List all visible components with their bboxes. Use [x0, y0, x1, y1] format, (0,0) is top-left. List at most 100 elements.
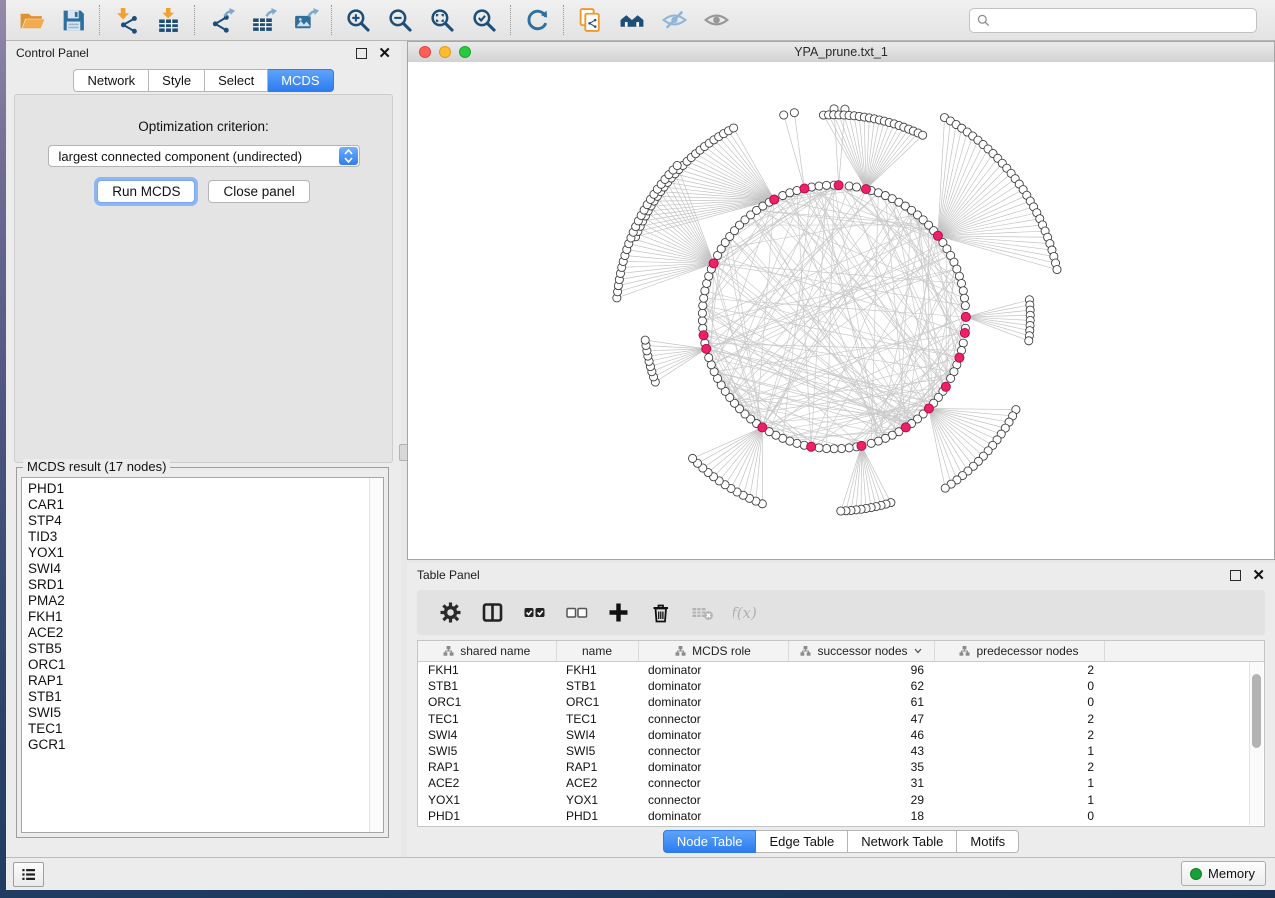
clone-network-button[interactable] — [569, 2, 611, 38]
cell-successor-nodes[interactable]: 31 — [788, 775, 934, 791]
column-header-shared-name[interactable]: shared name — [418, 641, 556, 662]
table-row[interactable]: ORC1ORC1dominator610 — [418, 694, 1264, 710]
cell-MCDS-role[interactable]: connector — [638, 711, 788, 727]
graph-node[interactable] — [845, 182, 853, 190]
cell-predecessor-nodes[interactable]: 1 — [934, 743, 1104, 759]
mcds-result-item[interactable]: SWI5 — [28, 705, 383, 721]
cell-successor-nodes[interactable]: 43 — [788, 743, 934, 759]
cell-successor-nodes[interactable]: 46 — [788, 727, 934, 743]
graph-node[interactable] — [959, 287, 967, 295]
mcds-result-list[interactable]: PHD1CAR1STP4TID3YOX1SWI4SRD1PMA2FKH1ACE2… — [21, 477, 384, 833]
search-input[interactable] — [995, 13, 1249, 29]
graph-node[interactable] — [689, 454, 697, 462]
cell-shared-name[interactable]: FKH1 — [418, 662, 556, 679]
export-image-button[interactable] — [284, 2, 326, 38]
cell-MCDS-role[interactable]: connector — [638, 743, 788, 759]
delete-rows-button[interactable] — [647, 600, 673, 626]
tab-network-table[interactable]: Network Table — [848, 830, 957, 853]
table-row[interactable]: TEC1TEC1connector472 — [418, 711, 1264, 727]
mcds-result-item[interactable]: GCR1 — [28, 737, 383, 753]
mcds-result-item[interactable]: RAP1 — [28, 673, 383, 689]
network-window-titlebar[interactable]: YPA_prune.txt_1 — [408, 42, 1274, 63]
graph-node[interactable] — [701, 287, 709, 295]
graph-node[interactable] — [830, 445, 838, 453]
network-canvas[interactable] — [408, 62, 1274, 559]
mcds-result-item[interactable]: PMA2 — [28, 593, 383, 609]
tab-select[interactable]: Select — [205, 69, 268, 92]
cell-successor-nodes[interactable]: 47 — [788, 711, 934, 727]
hide-selected-button[interactable] — [653, 2, 695, 38]
graph-node[interactable] — [845, 444, 853, 452]
graph-node[interactable] — [700, 294, 708, 302]
cell-shared-name[interactable]: PHD1 — [418, 808, 556, 824]
cell-predecessor-nodes[interactable]: 0 — [934, 808, 1104, 824]
table-scrollbar[interactable] — [1249, 662, 1263, 825]
cell-successor-nodes[interactable]: 18 — [788, 808, 934, 824]
tab-network[interactable]: Network — [73, 69, 149, 92]
table-row[interactable]: YOX1YOX1connector291 — [418, 792, 1264, 808]
table-row[interactable]: SWI4SWI4dominator462 — [418, 727, 1264, 743]
open-file-button[interactable] — [10, 2, 52, 38]
first-neighbors-button[interactable] — [611, 2, 653, 38]
network-search[interactable] — [969, 8, 1257, 33]
graph-node[interactable] — [822, 181, 830, 189]
graph-node[interactable] — [959, 339, 967, 347]
graph-mcds-node[interactable] — [960, 328, 969, 337]
float-panel-icon[interactable] — [356, 48, 367, 59]
cell-name[interactable]: ACE2 — [556, 775, 638, 791]
cell-shared-name[interactable]: SWI5 — [418, 743, 556, 759]
table-row[interactable]: SWI5SWI5connector431 — [418, 743, 1264, 759]
graph-node[interactable] — [730, 124, 738, 132]
zoom-in-button[interactable] — [337, 2, 379, 38]
mcds-result-item[interactable]: STB1 — [28, 689, 383, 705]
graph-node[interactable] — [941, 484, 949, 492]
cell-successor-nodes[interactable]: 96 — [788, 662, 934, 679]
cell-name[interactable]: RAP1 — [556, 759, 638, 775]
graph-node[interactable] — [838, 444, 846, 452]
graph-mcds-node[interactable] — [709, 259, 718, 268]
import-table-button[interactable] — [147, 2, 189, 38]
add-row-button[interactable] — [605, 600, 631, 626]
tab-style[interactable]: Style — [149, 69, 205, 92]
memory-button[interactable]: Memory — [1181, 861, 1266, 886]
cell-name[interactable]: SWI4 — [556, 727, 638, 743]
cell-shared-name[interactable]: TEC1 — [418, 711, 556, 727]
mcds-result-item[interactable]: PHD1 — [28, 481, 383, 497]
zoom-fit-button[interactable] — [421, 2, 463, 38]
cell-predecessor-nodes[interactable]: 0 — [934, 678, 1104, 694]
maximize-window-icon[interactable] — [459, 46, 471, 58]
graph-mcds-node[interactable] — [800, 184, 809, 193]
graph-node[interactable] — [673, 161, 681, 169]
cell-successor-nodes[interactable]: 29 — [788, 792, 934, 808]
cell-name[interactable]: SWI5 — [556, 743, 638, 759]
float-table-panel-icon[interactable] — [1230, 570, 1241, 581]
close-window-icon[interactable] — [419, 46, 431, 58]
network-graph[interactable] — [408, 62, 1274, 559]
select-all-button[interactable] — [521, 600, 547, 626]
cell-name[interactable]: YOX1 — [556, 792, 638, 808]
graph-node[interactable] — [641, 336, 649, 344]
cell-shared-name[interactable]: ORC1 — [418, 694, 556, 710]
graph-mcds-node[interactable] — [933, 231, 942, 240]
graph-mcds-node[interactable] — [702, 344, 711, 353]
graph-mcds-node[interactable] — [770, 195, 779, 204]
cell-successor-nodes[interactable]: 35 — [788, 759, 934, 775]
cell-name[interactable]: TEC1 — [556, 711, 638, 727]
refresh-button[interactable] — [516, 2, 558, 38]
graph-node[interactable] — [957, 279, 965, 287]
mcds-result-item[interactable]: CAR1 — [28, 497, 383, 513]
graph-mcds-node[interactable] — [961, 312, 970, 321]
graph-node[interactable] — [837, 507, 845, 515]
cell-MCDS-role[interactable]: dominator — [638, 808, 788, 824]
graph-mcds-node[interactable] — [955, 353, 964, 362]
mcds-result-item[interactable]: TID3 — [28, 529, 383, 545]
mcds-result-item[interactable]: STB5 — [28, 641, 383, 657]
graph-mcds-node[interactable] — [758, 423, 767, 432]
graph-mcds-node[interactable] — [901, 423, 910, 432]
cell-successor-nodes[interactable]: 62 — [788, 678, 934, 694]
mcds-result-item[interactable]: YOX1 — [28, 545, 383, 561]
mcds-result-item[interactable]: SWI4 — [28, 561, 383, 577]
column-header-name[interactable]: name — [556, 641, 638, 662]
mcds-result-item[interactable]: FKH1 — [28, 609, 383, 625]
cell-name[interactable]: FKH1 — [556, 662, 638, 679]
